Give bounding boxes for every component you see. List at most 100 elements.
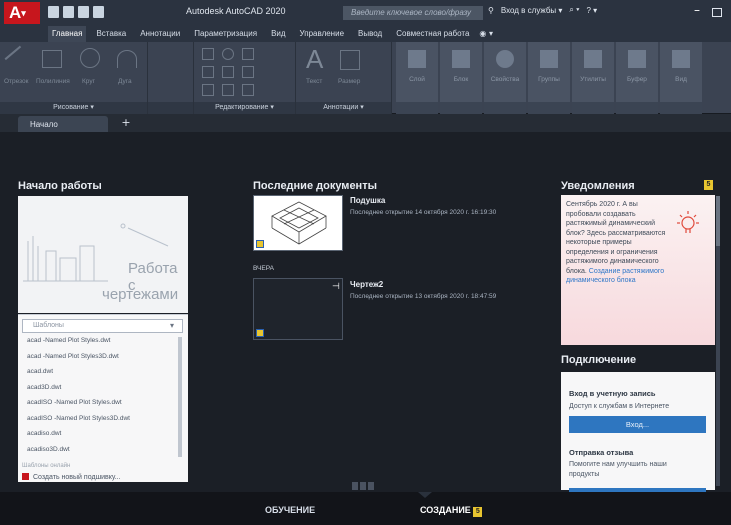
save-icon[interactable] bbox=[78, 6, 89, 18]
ribbon-tabs: Главная Вставка Аннотации Параметризация… bbox=[0, 26, 731, 42]
text-button[interactable]: Текст bbox=[306, 78, 322, 85]
scale-icon[interactable] bbox=[222, 84, 234, 96]
right-scrollbar[interactable] bbox=[716, 196, 720, 486]
clipboard-button[interactable]: Буфер bbox=[616, 42, 658, 114]
arc-button[interactable]: Дуга bbox=[118, 78, 132, 85]
block-label: Блок bbox=[453, 76, 469, 83]
title-bar: A▾ Autodesk AutoCAD 2020 Введите ключево… bbox=[0, 0, 731, 26]
signin-button[interactable]: Вход... bbox=[569, 416, 706, 433]
polyline-button[interactable]: Полилиния bbox=[36, 78, 70, 85]
groups-button[interactable]: Группы bbox=[528, 42, 570, 114]
templates-scrollbar[interactable] bbox=[178, 337, 182, 457]
bottom-bar bbox=[0, 492, 731, 525]
tab-collaborate[interactable]: Совместная работа bbox=[392, 26, 473, 42]
new-file-icon[interactable] bbox=[48, 6, 59, 18]
tab-home[interactable]: Главная bbox=[48, 26, 87, 42]
properties-icon bbox=[496, 50, 514, 68]
view-button[interactable]: Вид bbox=[660, 42, 702, 114]
feedback-heading: Отправка отзыва bbox=[569, 448, 634, 457]
modify-group-label[interactable]: Редактирование ▾ bbox=[194, 102, 295, 114]
clipboard-label: Буфер bbox=[627, 76, 647, 83]
cart-icon[interactable]: ⌕ ▾ bbox=[569, 5, 579, 15]
recent-thumbnail[interactable] bbox=[253, 278, 343, 340]
properties-label: Свойства bbox=[490, 76, 520, 83]
minimize-button[interactable]: – bbox=[694, 3, 700, 17]
calculator-icon bbox=[584, 50, 602, 68]
copy-icon[interactable] bbox=[202, 66, 214, 78]
stretch-icon[interactable] bbox=[202, 84, 214, 96]
properties-button[interactable]: Свойства bbox=[484, 42, 526, 114]
dimension-button[interactable]: Размер bbox=[338, 78, 360, 85]
tab-parametric[interactable]: Параметризация bbox=[190, 26, 261, 42]
create-tab[interactable]: СОЗДАНИЕ 5 bbox=[420, 505, 483, 517]
annotation-group-label[interactable]: Аннотации ▾ bbox=[296, 102, 391, 114]
chevron-down-icon[interactable]: ▾ bbox=[170, 321, 174, 330]
list-item[interactable]: acad3D.dwt bbox=[22, 384, 176, 400]
circle-button[interactable]: Круг bbox=[82, 78, 95, 85]
list-item[interactable]: acadISO -Named Plot Styles.dwt bbox=[22, 399, 176, 415]
draw-group-label[interactable]: Рисование ▾ bbox=[0, 102, 147, 114]
fillet-icon[interactable] bbox=[242, 66, 254, 78]
recent-thumbnail[interactable] bbox=[253, 195, 343, 251]
groups-footer bbox=[528, 102, 570, 114]
list-item[interactable]: acadISO -Named Plot Styles3D.dwt bbox=[22, 415, 176, 431]
pin-icon[interactable]: ⊣ bbox=[332, 282, 340, 292]
modify-group: Редактирование ▾ bbox=[194, 42, 296, 114]
tab-start[interactable]: Начало bbox=[18, 116, 108, 132]
trim-icon[interactable] bbox=[242, 48, 254, 60]
mirror-icon[interactable] bbox=[222, 66, 234, 78]
utilities-button[interactable]: Утилиты bbox=[572, 42, 614, 114]
polyline-icon bbox=[42, 50, 62, 68]
layer-icon bbox=[408, 50, 426, 68]
utilities-label: Утилиты bbox=[580, 76, 606, 83]
start-title: Начало работы bbox=[18, 180, 102, 192]
open-file-icon[interactable] bbox=[63, 6, 74, 18]
maximize-button[interactable] bbox=[712, 8, 722, 17]
learn-tab[interactable]: ОБУЧЕНИЕ bbox=[265, 505, 315, 515]
new-tab-button[interactable]: + bbox=[118, 116, 134, 130]
draw-tools-extra bbox=[148, 42, 194, 114]
rotate-icon[interactable] bbox=[222, 48, 234, 60]
list-item[interactable]: acadiso3D.dwt bbox=[22, 446, 176, 462]
templates-panel: Шаблоны ▾ acad -Named Plot Styles.dwt ac… bbox=[18, 314, 188, 482]
tab-view[interactable]: Вид bbox=[267, 26, 289, 42]
view-label: Вид bbox=[675, 76, 687, 83]
templates-dropdown[interactable]: Шаблоны bbox=[22, 319, 183, 333]
move-icon[interactable] bbox=[202, 48, 214, 60]
resize-grip[interactable] bbox=[352, 482, 376, 490]
recent-doc-name[interactable]: Чертеж2 bbox=[350, 280, 383, 289]
binoculars-icon[interactable]: ⚲ bbox=[488, 6, 494, 15]
new-sheet-set-link[interactable]: Создать новый подшивку... bbox=[22, 473, 121, 481]
dimension-icon bbox=[340, 50, 360, 70]
tab-annotate[interactable]: Аннотации bbox=[136, 26, 184, 42]
online-templates-link[interactable]: Шаблоны онлайн bbox=[22, 463, 70, 469]
block-button[interactable]: Блок bbox=[440, 42, 482, 114]
groups-label: Группы bbox=[538, 76, 560, 83]
share-icon[interactable] bbox=[93, 6, 104, 18]
list-item[interactable]: acad -Named Plot Styles3D.dwt bbox=[22, 353, 176, 369]
line-button[interactable]: Отрезок bbox=[4, 78, 29, 85]
tab-manage[interactable]: Управление bbox=[296, 26, 348, 42]
search-input[interactable]: Введите ключевое слово/фразу bbox=[343, 6, 483, 20]
scrollbar-thumb[interactable] bbox=[716, 196, 720, 246]
list-item[interactable]: acad -Named Plot Styles.dwt bbox=[22, 337, 176, 353]
dwg-file-icon bbox=[256, 240, 264, 248]
tab-insert[interactable]: Вставка bbox=[92, 26, 130, 42]
list-item[interactable]: acad.dwt bbox=[22, 368, 176, 384]
notification-card[interactable]: Сентябрь 2020 г. А вы пробовали создават… bbox=[561, 195, 715, 345]
document-tab-strip: Начало + bbox=[0, 114, 731, 132]
notification-text: Сентябрь 2020 г. А вы пробовали создават… bbox=[566, 200, 666, 286]
list-item[interactable]: acadiso.dwt bbox=[22, 430, 176, 446]
workspace-toggle[interactable]: ◉ ▾ bbox=[479, 26, 493, 42]
signin-menu[interactable]: Вход в службы ▾ bbox=[501, 6, 563, 15]
help-menu[interactable]: ? ▾ bbox=[587, 6, 598, 15]
layer-button[interactable]: Слой bbox=[396, 42, 438, 114]
autocad-window: A▾ Autodesk AutoCAD 2020 Введите ключево… bbox=[0, 0, 731, 525]
grip-dot bbox=[352, 482, 358, 490]
clipboard-icon bbox=[628, 50, 646, 68]
app-menu-button[interactable]: A▾ bbox=[4, 2, 40, 24]
tab-output[interactable]: Вывод bbox=[354, 26, 386, 42]
recent-doc-name[interactable]: Подушка bbox=[350, 196, 385, 205]
start-drawing-card[interactable]: Работа с чертежами bbox=[18, 196, 188, 313]
array-icon[interactable] bbox=[242, 84, 254, 96]
